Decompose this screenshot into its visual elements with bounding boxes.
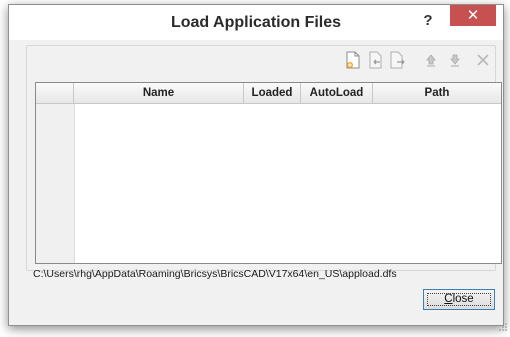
export-button[interactable] — [388, 50, 406, 70]
close-window-button[interactable]: ✕ — [450, 5, 496, 26]
application-files-table[interactable]: Name Loaded AutoLoad Path — [35, 82, 502, 264]
appload-file-path: C:\Users\rhg\AppData\Roaming\Bricsys\Bri… — [33, 268, 397, 280]
resize-grip-icon[interactable] — [498, 319, 508, 331]
help-button[interactable]: ? — [419, 11, 437, 31]
toolbar — [330, 50, 490, 70]
move-down-button[interactable] — [446, 50, 464, 70]
move-up-button[interactable] — [422, 50, 440, 70]
new-file-button[interactable] — [344, 50, 362, 70]
column-header-autoload[interactable]: AutoLoad — [301, 83, 373, 103]
row-header-column — [36, 104, 75, 263]
focus-rectangle — [427, 293, 491, 306]
delete-button[interactable] — [474, 50, 492, 70]
column-header-path[interactable]: Path — [373, 83, 501, 103]
import-button[interactable] — [366, 50, 384, 70]
column-header-row-stub — [36, 83, 74, 103]
close-button[interactable]: Close — [423, 289, 495, 310]
column-header-name[interactable]: Name — [74, 83, 244, 103]
column-header-loaded[interactable]: Loaded — [244, 83, 301, 103]
title-bar[interactable]: Load Application Files ? ✕ — [9, 5, 503, 40]
table-header: Name Loaded AutoLoad Path — [36, 83, 501, 104]
